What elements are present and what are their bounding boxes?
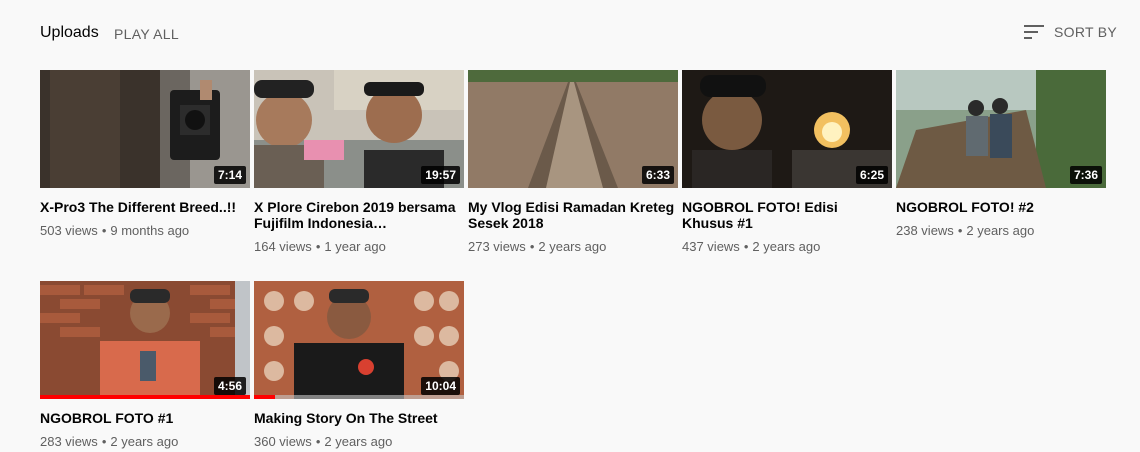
watch-progress-bar: [40, 395, 250, 399]
upload-age: 2 years ago: [752, 239, 821, 254]
video-duration: 7:36: [1069, 166, 1102, 184]
video-thumbnail[interactable]: 7:14: [40, 70, 250, 188]
meta-separator: •: [315, 239, 321, 254]
video-meta: 437 views • 2 years ago: [682, 239, 892, 255]
video-thumbnail[interactable]: 19:57: [254, 70, 464, 188]
video-duration: 19:57: [421, 166, 460, 184]
video-meta: 503 views • 9 months ago: [40, 223, 250, 239]
video-thumbnail[interactable]: 7:36: [896, 70, 1106, 188]
meta-separator: •: [743, 239, 749, 254]
video-meta: 273 views • 2 years ago: [468, 239, 678, 255]
video-card[interactable]: 4:56 NGOBROL FOTO #1 283 views • 2 years a…: [40, 281, 250, 450]
watch-progress-fill: [40, 395, 250, 399]
video-title[interactable]: NGOBROL FOTO! #2: [896, 199, 1106, 215]
video-title[interactable]: NGOBROL FOTO #1: [40, 410, 250, 426]
meta-separator: •: [101, 434, 107, 449]
video-card[interactable]: 6:25 NGOBROL FOTO! Edisi Khusus #1 437 v…: [682, 70, 892, 255]
video-title[interactable]: My Vlog Edisi Ramadan Kreteg Sesek 2018: [468, 199, 678, 231]
video-card[interactable]: 7:14 X-Pro3 The Different Breed..!! 503 …: [40, 70, 250, 239]
video-card[interactable]: 7:36 NGOBROL FOTO! #2 238 views • 2 years …: [896, 70, 1106, 239]
video-title[interactable]: NGOBROL FOTO! Edisi Khusus #1: [682, 199, 892, 231]
video-meta: 164 views • 1 year ago: [254, 239, 464, 255]
watch-progress-bar: [254, 395, 464, 399]
upload-age: 1 year ago: [324, 239, 386, 254]
upload-age: 9 months ago: [110, 223, 190, 238]
meta-separator: •: [101, 223, 107, 238]
video-thumbnail[interactable]: 10:04: [254, 281, 464, 399]
video-title[interactable]: X Plore Cirebon 2019 bersama Fujifilm In…: [254, 199, 464, 231]
video-duration: 6:25: [855, 166, 888, 184]
view-count: 503 views: [40, 223, 98, 238]
view-count: 437 views: [682, 239, 740, 254]
upload-age: 2 years ago: [324, 434, 393, 449]
sort-icon: [1024, 24, 1044, 40]
upload-age: 2 years ago: [538, 239, 607, 254]
meta-separator: •: [529, 239, 535, 254]
video-title[interactable]: X-Pro3 The Different Breed..!!: [40, 199, 250, 215]
section-title: Uploads: [40, 24, 99, 41]
video-duration: 4:56: [213, 377, 246, 395]
sort-by-label: SORT BY: [1054, 24, 1118, 40]
video-meta: 238 views • 2 years ago: [896, 223, 1106, 239]
video-card[interactable]: 6:33 My Vlog Edisi Ramadan Kreteg Sesek …: [468, 70, 678, 255]
video-thumbnail[interactable]: 6:33: [468, 70, 678, 188]
watch-progress-fill: [254, 395, 275, 399]
view-count: 360 views: [254, 434, 312, 449]
video-duration: 10:04: [421, 377, 460, 395]
video-duration: 6:33: [641, 166, 674, 184]
video-card[interactable]: 10:04 Making Story On The Street 360 vie…: [254, 281, 464, 450]
video-card[interactable]: 19:57 X Plore Cirebon 2019 bersama Fujif…: [254, 70, 464, 255]
video-title[interactable]: Making Story On The Street: [254, 410, 464, 426]
sort-by-button[interactable]: SORT BY: [1024, 24, 1117, 40]
video-meta: 283 views • 2 years ago: [40, 434, 250, 450]
view-count: 238 views: [896, 223, 954, 238]
video-meta: 360 views • 2 years ago: [254, 434, 464, 450]
video-duration: 7:14: [213, 166, 246, 184]
view-count: 273 views: [468, 239, 526, 254]
play-all-button[interactable]: PLAY ALL: [114, 26, 179, 42]
uploads-header: Uploads PLAY ALL SORT BY: [0, 0, 1140, 68]
meta-separator: •: [315, 434, 321, 449]
video-thumbnail[interactable]: 4:56: [40, 281, 250, 399]
view-count: 283 views: [40, 434, 98, 449]
view-count: 164 views: [254, 239, 312, 254]
upload-age: 2 years ago: [966, 223, 1035, 238]
upload-age: 2 years ago: [110, 434, 179, 449]
video-thumbnail[interactable]: 6:25: [682, 70, 892, 188]
meta-separator: •: [957, 223, 963, 238]
